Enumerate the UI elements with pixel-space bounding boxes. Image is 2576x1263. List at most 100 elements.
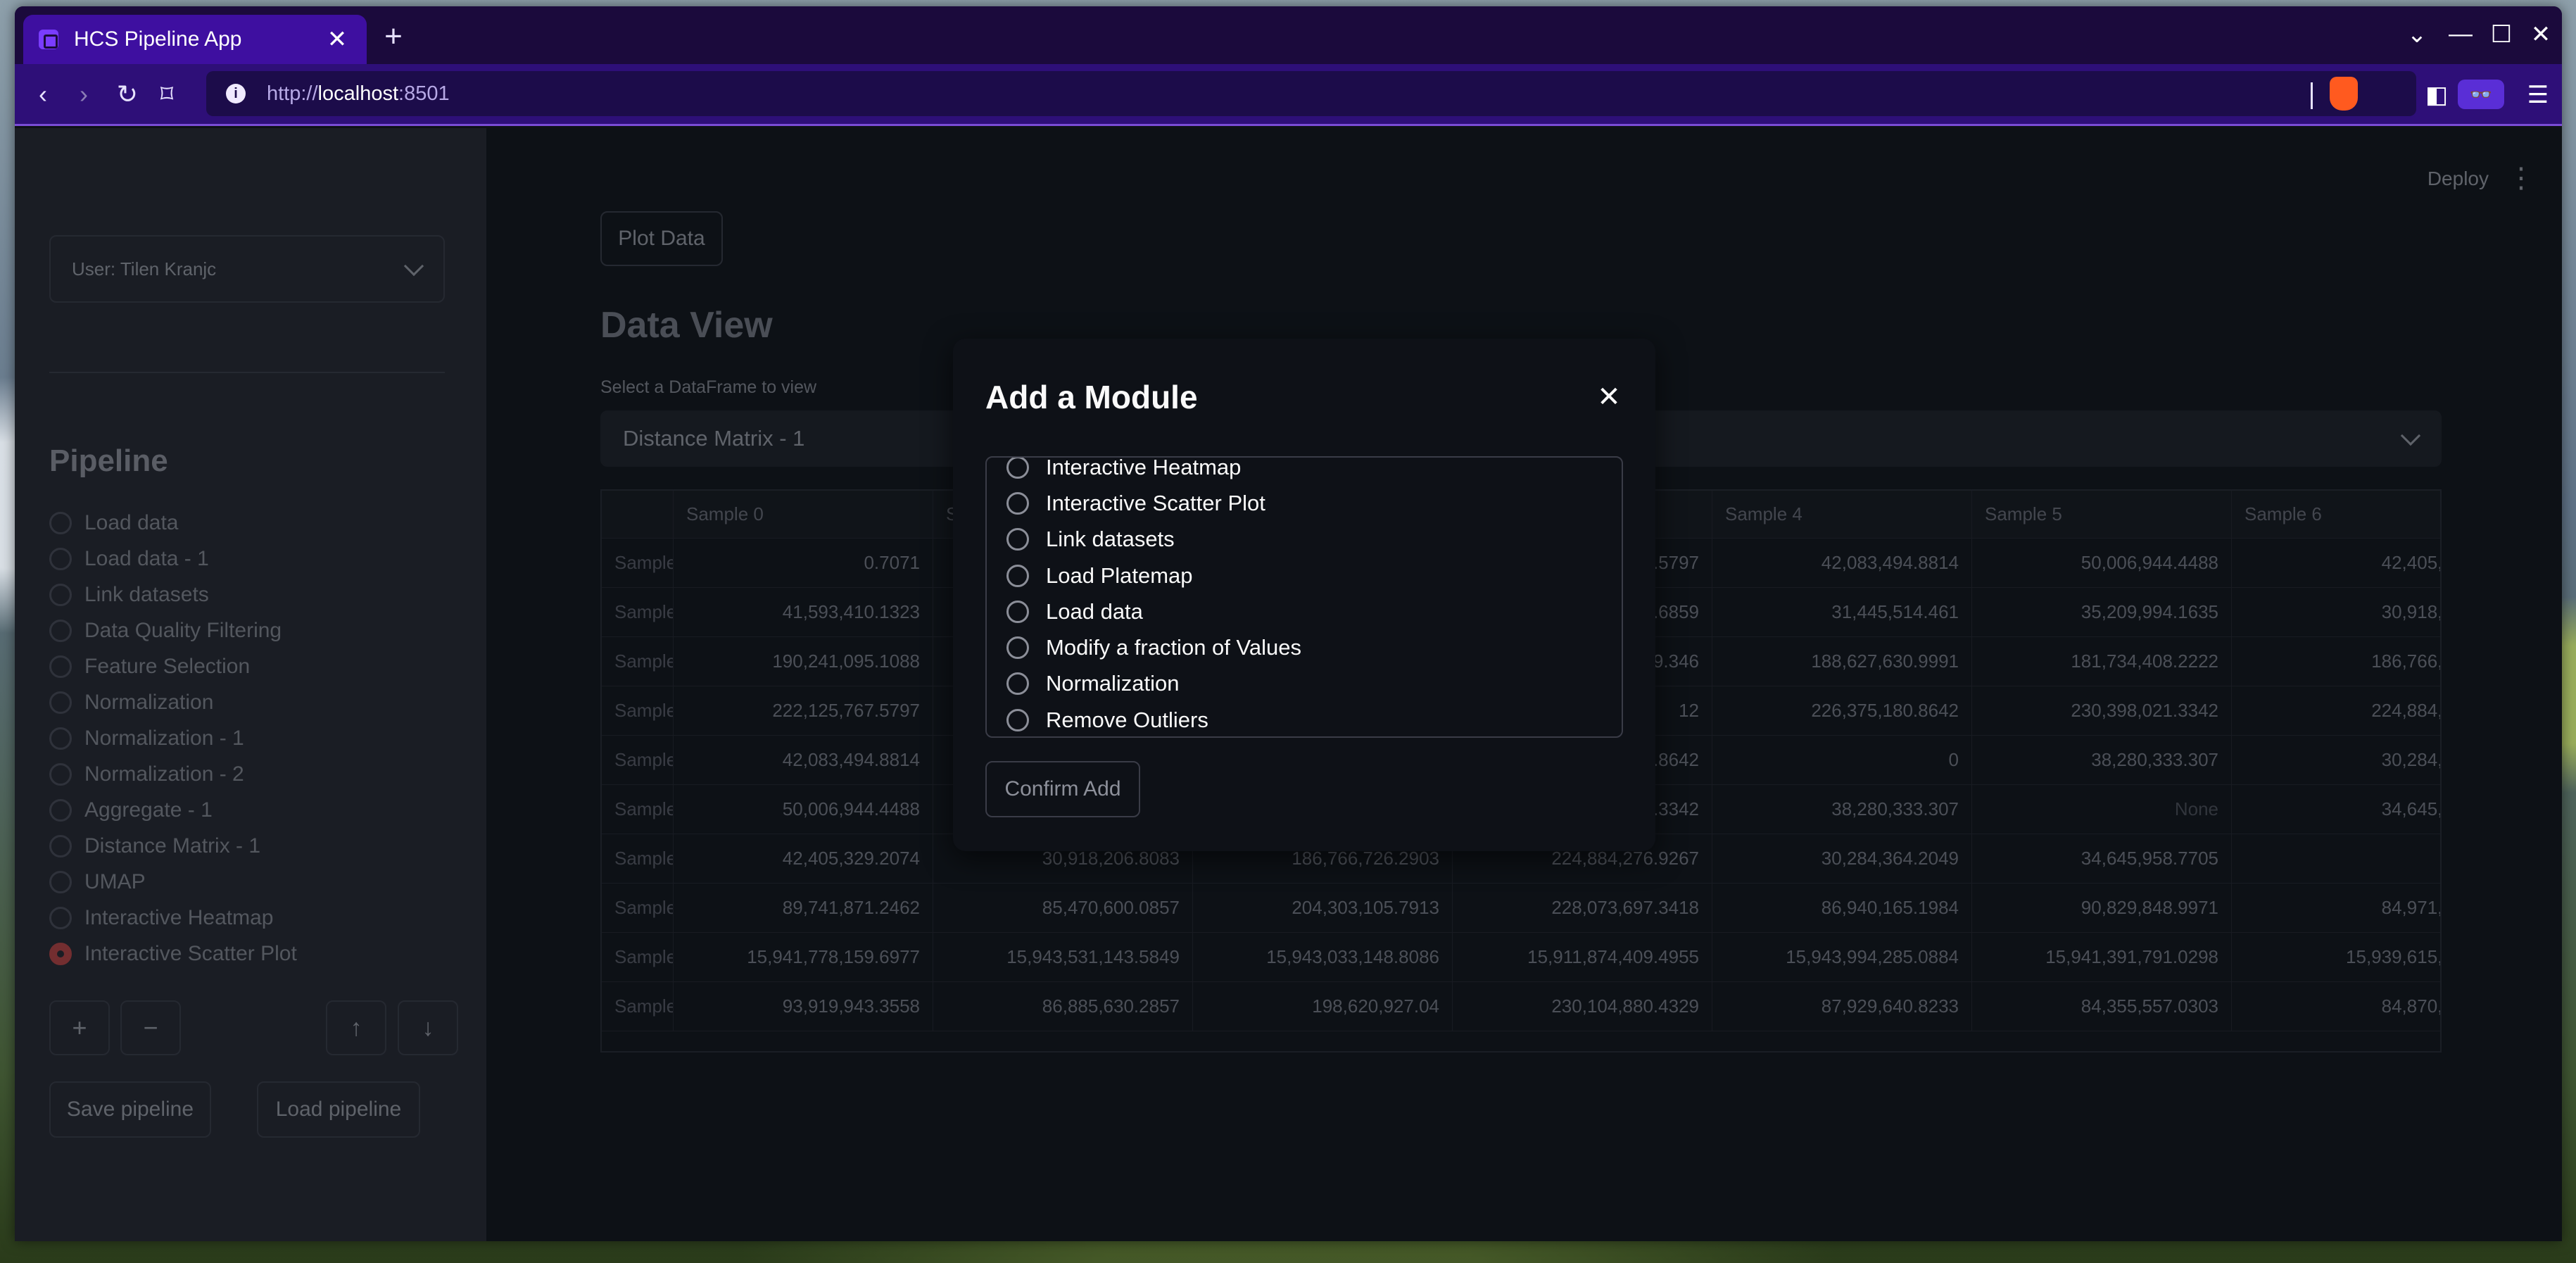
table-cell[interactable]: 50,006,944.4488	[674, 785, 933, 834]
radio-icon[interactable]	[49, 619, 72, 642]
load-pipeline-button[interactable]: Load pipeline	[257, 1081, 420, 1138]
table-cell[interactable]: 50,006,944.4488	[1972, 539, 2232, 587]
module-option[interactable]: Load Platemap	[1006, 558, 1301, 593]
table-cell[interactable]: 30,284,364.	[2232, 736, 2440, 784]
module-option[interactable]: Interactive Scatter Plot	[1006, 485, 1301, 521]
forward-icon[interactable]: ›	[65, 80, 102, 109]
minimize-button[interactable]: —	[2439, 20, 2482, 48]
table-cell[interactable]: 226,375,180.8642	[1712, 686, 1972, 735]
table-cell[interactable]: 42,083,494.8814	[1712, 539, 1972, 587]
close-window-button[interactable]: ✕	[2520, 20, 2562, 49]
pipeline-item[interactable]: Normalization - 2	[49, 756, 297, 792]
pipeline-item[interactable]: Interactive Heatmap	[49, 900, 297, 936]
pipeline-item[interactable]: Normalization	[49, 684, 297, 720]
table-cell[interactable]: 188,627,630.9991	[1712, 637, 1972, 686]
save-pipeline-button[interactable]: Save pipeline	[49, 1081, 211, 1138]
pipeline-item[interactable]: Aggregate - 1	[49, 792, 297, 828]
table-cell[interactable]: 230,398,021.3342	[1972, 686, 2232, 735]
module-option[interactable]: Normalization	[1006, 666, 1301, 702]
table-cell[interactable]: 38,280,333.307	[1972, 736, 2232, 784]
module-option[interactable]: Modify a fraction of Values	[1006, 629, 1301, 665]
pipeline-item-selected[interactable]: Interactive Scatter Plot	[49, 936, 297, 972]
radio-icon[interactable]	[49, 906, 72, 929]
table-cell[interactable]: 90,829,848.9971	[1972, 884, 2232, 932]
table-cell[interactable]: 34,645,958.	[2232, 785, 2440, 834]
table-cell[interactable]: 89,741,871.2462	[674, 884, 933, 932]
table-cell[interactable]: None	[1972, 785, 2232, 834]
move-up-button[interactable]: ↑	[326, 1000, 386, 1055]
table-cell[interactable]: 41,593,410.1323	[674, 588, 933, 636]
radio-icon[interactable]	[49, 655, 72, 678]
more-options-icon[interactable]: ⋮	[2507, 162, 2535, 194]
table-cell[interactable]: 84,355,557.0303	[1972, 982, 2232, 1031]
radio-icon[interactable]	[1006, 491, 1029, 515]
table-cell[interactable]: 42,083,494.8814	[674, 736, 933, 784]
radio-icon[interactable]	[1006, 708, 1029, 731]
pipeline-item[interactable]: Data Quality Filtering	[49, 612, 297, 648]
table-cell[interactable]: 93,919,943.3558	[674, 982, 933, 1031]
brave-shield-icon[interactable]	[2330, 77, 2358, 111]
table-cell[interactable]: 222,125,767.5797	[674, 686, 933, 735]
table-cell[interactable]: 15,943,994,285.0884	[1712, 933, 1972, 981]
table-cell[interactable]: 186,766,726.	[2232, 637, 2440, 686]
table-cell[interactable]: 224,884,276.	[2232, 686, 2440, 735]
table-cell[interactable]: 15,943,531,143.5849	[933, 933, 1193, 981]
table-cell[interactable]: 31,445,514.461	[1712, 588, 1972, 636]
table-cell[interactable]: 181,734,408.2222	[1972, 637, 2232, 686]
tab-search-chevron-icon[interactable]: ⌄	[2396, 20, 2438, 49]
table-cell[interactable]: 0.7071	[674, 539, 933, 587]
table-cell[interactable]	[2232, 834, 2440, 883]
site-info-icon[interactable]: i	[226, 84, 246, 103]
add-module-button[interactable]: +	[49, 1000, 110, 1055]
radio-icon[interactable]	[49, 798, 72, 822]
module-option[interactable]: Interactive Heatmap	[1006, 458, 1301, 485]
wallet-icon[interactable]: 👓	[2458, 80, 2504, 109]
table-cell[interactable]: 15,941,778,159.6977	[674, 933, 933, 981]
pipeline-item[interactable]: Normalization - 1	[49, 720, 297, 756]
maximize-button[interactable]: ☐	[2480, 20, 2523, 49]
radio-icon[interactable]	[49, 547, 72, 570]
pipeline-item[interactable]: Load data	[49, 505, 297, 541]
radio-icon[interactable]	[1006, 564, 1029, 587]
module-option[interactable]: Remove Outliers	[1006, 702, 1301, 736]
table-cell[interactable]: 30,284,364.2049	[1712, 834, 1972, 883]
pipeline-item[interactable]: UMAP	[49, 864, 297, 900]
table-cell[interactable]: 230,104,880.4329	[1453, 982, 1712, 1031]
radio-icon[interactable]	[49, 834, 72, 857]
radio-icon[interactable]	[49, 691, 72, 714]
table-cell[interactable]: 190,241,095.1088	[674, 637, 933, 686]
table-cell[interactable]: 198,620,927.04	[1193, 982, 1453, 1031]
tab-close-icon[interactable]: ✕	[323, 25, 351, 54]
radio-icon[interactable]	[49, 511, 72, 534]
table-column-header[interactable]: Sample 6	[2232, 491, 2440, 538]
table-cell[interactable]: 35,209,994.1635	[1972, 588, 2232, 636]
table-cell[interactable]: 84,870,530.	[2232, 982, 2440, 1031]
menu-icon[interactable]: ☰	[2518, 81, 2558, 109]
module-option[interactable]: Load data	[1006, 593, 1301, 629]
table-cell[interactable]: 34,645,958.7705	[1972, 834, 2232, 883]
radio-icon[interactable]	[1006, 636, 1029, 660]
pipeline-item[interactable]: Distance Matrix - 1	[49, 828, 297, 864]
table-cell[interactable]: 0	[1712, 736, 1972, 784]
pipeline-item[interactable]: Link datasets	[49, 577, 297, 612]
radio-icon[interactable]	[49, 762, 72, 786]
radio-icon[interactable]	[49, 583, 72, 606]
table-cell[interactable]: 85,470,600.0857	[933, 884, 1193, 932]
table-cell[interactable]: 42,405,329.	[2232, 539, 2440, 587]
table-column-header[interactable]: Sample 5	[1972, 491, 2232, 538]
user-select[interactable]: User: Tilen Kranjc	[49, 235, 445, 303]
confirm-add-button[interactable]: Confirm Add	[985, 761, 1140, 817]
table-cell[interactable]: 86,940,165.1984	[1712, 884, 1972, 932]
radio-icon[interactable]	[49, 727, 72, 750]
new-tab-button[interactable]: +	[374, 19, 413, 54]
table-cell[interactable]: 204,303,105.7913	[1193, 884, 1453, 932]
deploy-button[interactable]: Deploy	[2427, 168, 2489, 190]
sidebar-toggle-icon[interactable]: ◧	[2417, 81, 2456, 109]
table-column-header[interactable]: Sample 4	[1712, 491, 1972, 538]
table-cell[interactable]: 15,943,033,148.8086	[1193, 933, 1453, 981]
table-cell[interactable]: 15,939,615,644.	[2232, 933, 2440, 981]
reload-icon[interactable]: ↻	[109, 80, 146, 109]
address-bar[interactable]: i http://localhost:8501	[206, 71, 2416, 116]
table-column-header[interactable]: Sample 0	[674, 491, 933, 538]
plot-data-button[interactable]: Plot Data	[600, 211, 723, 266]
